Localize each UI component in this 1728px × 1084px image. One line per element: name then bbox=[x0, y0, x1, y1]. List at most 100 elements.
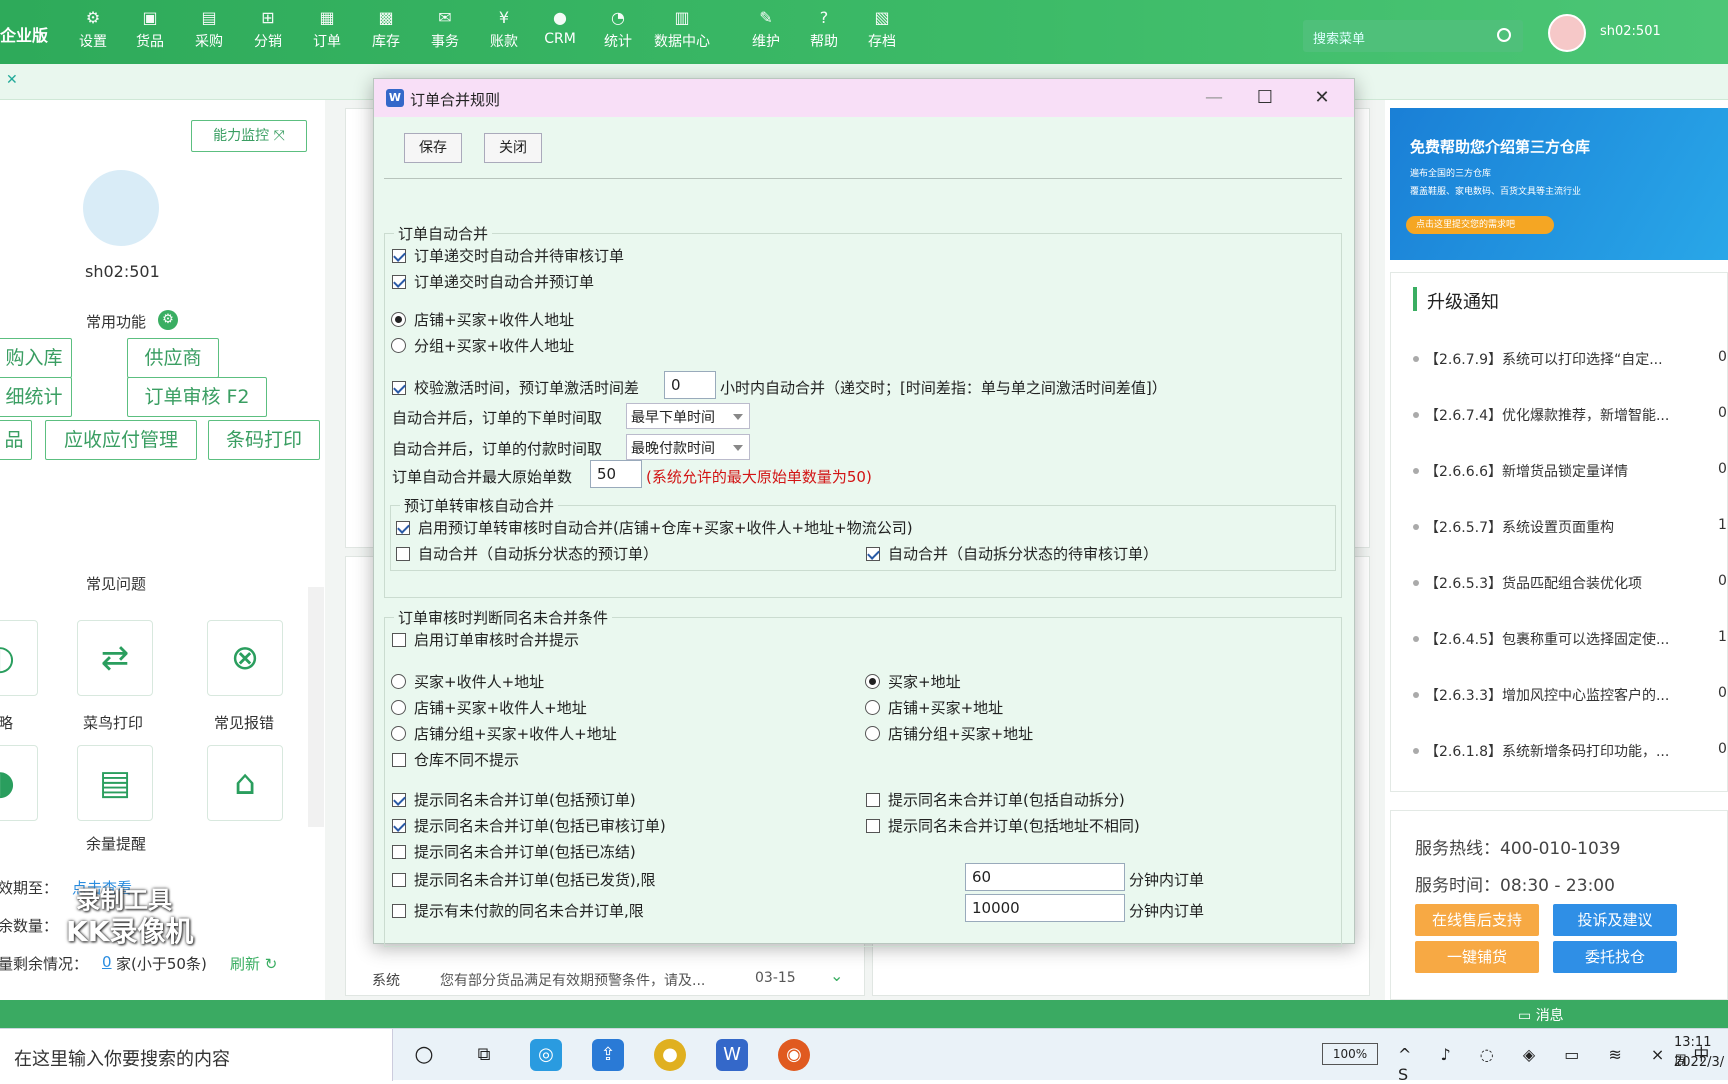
save-button[interactable]: 保存 bbox=[404, 133, 462, 163]
recorder-icon[interactable]: ◉ bbox=[778, 1039, 810, 1071]
tip-incl-auto-split-checkbox[interactable]: 提示同名未合并订单(包括自动拆分) bbox=[866, 789, 1125, 810]
find-warehouse-button[interactable]: 委托找仓 bbox=[1553, 941, 1677, 973]
scrollbar[interactable] bbox=[308, 587, 324, 827]
capability-monitor-button[interactable]: 能力监控 ⤧ bbox=[191, 120, 307, 152]
close-icon[interactable]: ✕ bbox=[1307, 85, 1337, 111]
nav-clipboard-item[interactable]: ▦ 订单 bbox=[299, 8, 355, 51]
user-avatar[interactable] bbox=[1548, 14, 1586, 52]
taskbar-search-input[interactable]: 在这里输入你要搜索的内容 bbox=[0, 1029, 393, 1081]
banner-cta[interactable]: 点击这里提交您的需求吧 bbox=[1406, 216, 1554, 234]
online-support-button[interactable]: 在线售后支持 bbox=[1415, 904, 1539, 936]
tile-icon[interactable]: ◑ bbox=[0, 745, 38, 821]
shortcut-order-review[interactable]: 订单审核 F2 bbox=[127, 377, 267, 417]
dialog-titlebar[interactable]: W 订单合并规则 — ☐ ✕ bbox=[374, 79, 1354, 117]
upgrade-notice-item[interactable]: 【2.6.6.6】新增货品锁定量详情 bbox=[1425, 461, 1628, 481]
menu-search-input[interactable]: 搜索菜单 bbox=[1303, 20, 1523, 52]
nav-archive-item[interactable]: ▧ 存档 bbox=[854, 8, 910, 51]
close-button[interactable]: 关闭 bbox=[484, 133, 542, 163]
erp-app-icon[interactable]: W bbox=[716, 1039, 748, 1071]
swap-icon[interactable]: ⇄ bbox=[77, 620, 153, 696]
nav-help-item[interactable]: ? 帮助 bbox=[796, 8, 852, 51]
chrome-icon[interactable]: ● bbox=[654, 1039, 686, 1071]
faq-tile-icon[interactable]: ◐ bbox=[0, 620, 38, 696]
nav-sitemap-item[interactable]: ⊞ 分销 bbox=[240, 8, 296, 51]
merge-pending-review-checkbox[interactable]: 订单递交时自动合并待审核订单 bbox=[392, 245, 624, 266]
tip-unpaid-checkbox[interactable]: 提示有未付款的同名未合并订单,限 bbox=[392, 900, 644, 921]
activation-hours-input[interactable]: 0 bbox=[664, 371, 716, 399]
warehouse-diff-no-tip-checkbox[interactable]: 仓库不同不提示 bbox=[392, 749, 519, 770]
tip-incl-frozen-checkbox[interactable]: 提示同名未合并订单(包括已冻结) bbox=[392, 841, 636, 862]
task-view-icon[interactable]: ⧉ bbox=[468, 1039, 500, 1071]
bullet-icon bbox=[1413, 692, 1419, 698]
radio-buyer-address[interactable]: 买家+地址 bbox=[865, 671, 961, 692]
upgrade-notice-item[interactable]: 【2.6.7.9】系统可以打印选择“自定... bbox=[1425, 349, 1663, 369]
error-circle-icon[interactable]: ⊗ bbox=[207, 620, 283, 696]
radio-shop-buyer-address[interactable]: 店铺+买家+地址 bbox=[865, 697, 1003, 718]
user-name[interactable]: sh02:501 bbox=[1600, 24, 1661, 39]
settings-gear-icon[interactable]: ⚙ bbox=[158, 310, 178, 330]
radio-shopgroup-buyer-receiver-address[interactable]: 店铺分组+买家+收件人+地址 bbox=[391, 723, 617, 744]
nav-gear-item[interactable]: ⚙ 设置 bbox=[65, 8, 121, 51]
upgrade-notice-item[interactable]: 【2.6.5.3】货品匹配组合装优化项 bbox=[1425, 573, 1642, 593]
tip-incl-reviewed-checkbox[interactable]: 提示同名未合并订单(包括已审核订单) bbox=[392, 815, 666, 836]
radio-shop-buyer-address[interactable]: 店铺+买家+收件人地址 bbox=[391, 309, 574, 330]
store-icon[interactable]: ⌂ bbox=[207, 745, 283, 821]
tip-incl-preorder-checkbox[interactable]: 提示同名未合并订单(包括预订单) bbox=[392, 789, 636, 810]
pay-time-select[interactable]: 最晚付款时间 bbox=[626, 434, 750, 460]
merge-preorder-checkbox[interactable]: 订单递交时自动合并预订单 bbox=[392, 271, 594, 292]
nav-wrench-item[interactable]: ✎ 维护 bbox=[738, 8, 794, 51]
remain-value[interactable]: 0 bbox=[102, 953, 112, 971]
order-time-select[interactable]: 最早下单时间 bbox=[626, 403, 750, 429]
nav-chat-item[interactable]: ✉ 事务 bbox=[417, 8, 473, 51]
chevron-down-icon[interactable]: ⌄ bbox=[830, 966, 843, 985]
upgrade-notice-item[interactable]: 【2.6.5.7】系统设置页面重构 bbox=[1425, 517, 1614, 537]
shortcut-supplier[interactable]: 供应商 bbox=[127, 338, 219, 378]
nav-cart-item[interactable]: ▤ 采购 bbox=[181, 8, 237, 51]
shortcut-barcode-print[interactable]: 条码打印 bbox=[208, 420, 320, 460]
upgrade-notice-item[interactable]: 【2.6.7.4】优化爆款推荐，新增智能... bbox=[1425, 405, 1669, 425]
upgrade-notice-item[interactable]: 【2.6.3.3】增加风控中心监控客户的... bbox=[1425, 685, 1669, 705]
nav-yen-item[interactable]: ¥ 账款 bbox=[476, 8, 532, 51]
unpaid-minutes-input[interactable]: 10000 bbox=[965, 894, 1125, 922]
maximize-icon[interactable]: ☐ bbox=[1250, 85, 1280, 111]
app-icon[interactable]: ⇪ bbox=[592, 1039, 624, 1071]
layout-icon[interactable]: ▤ bbox=[77, 745, 153, 821]
upgrade-notice-item[interactable]: 【2.6.1.8】系统新增条码打印功能，... bbox=[1425, 741, 1669, 761]
close-icon[interactable]: ✕ bbox=[6, 72, 18, 88]
refresh-link[interactable]: 刷新 ↻ bbox=[230, 953, 277, 974]
auto-merge-split-preorder-checkbox[interactable]: 自动合并（自动拆分状态的预订单） bbox=[396, 543, 658, 564]
auto-merge-split-pending-checkbox[interactable]: 自动合并（自动拆分状态的待审核订单） bbox=[866, 543, 1158, 564]
nav-box-item[interactable]: ▣ 货品 bbox=[122, 8, 178, 51]
shortcut-purchase-in[interactable]: 购入库 bbox=[0, 338, 72, 378]
tip-incl-diff-address-checkbox[interactable]: 提示同名未合并订单(包括地址不相同) bbox=[866, 815, 1140, 836]
shortcut-detail-stats[interactable]: 细统计 bbox=[0, 377, 72, 417]
sys-message[interactable]: 您有部分货品满足有效期预警条件，请及... bbox=[440, 970, 705, 990]
message-button[interactable]: ▭ 消息 bbox=[1518, 1005, 1564, 1025]
promo-banner[interactable]: 免费帮助您介绍第三方仓库 遍布全国的三方仓库 覆盖鞋服、家电数码、百货文具等主流… bbox=[1390, 108, 1728, 260]
nav-pie-item[interactable]: ◔ 统计 bbox=[590, 8, 646, 51]
shortcut-goods[interactable]: 品 bbox=[0, 420, 32, 460]
complaint-button[interactable]: 投诉及建议 bbox=[1553, 904, 1677, 936]
nav-user-item[interactable]: ● CRM bbox=[532, 8, 588, 47]
shortcut-ar-ap[interactable]: 应收应付管理 bbox=[45, 420, 197, 460]
top-nav-bar: 企业版 ⚙ 设置 ▣ 货品 ▤ 采购 ⊞ 分销 ▦ 订单 ▩ 库存 ✉ 事务 ¥ 账款 ● CRM ◔ 统计 ▥ 数据中心… bbox=[0, 0, 1728, 64]
minimize-icon[interactable]: — bbox=[1199, 85, 1229, 111]
enable-review-merge-tip-checkbox[interactable]: 启用订单审核时合并提示 bbox=[392, 629, 579, 650]
max-orders-input[interactable]: 50 bbox=[590, 460, 642, 488]
upgrade-notice-item[interactable]: 【2.6.4.5】包裹称重可以选择固定使... bbox=[1425, 629, 1669, 649]
shipped-minutes-input[interactable]: 60 bbox=[965, 863, 1125, 891]
enable-preorder-merge-checkbox[interactable]: 启用预订单转审核时自动合并(店铺+仓库+买家+收件人+地址+物流公司) bbox=[396, 517, 913, 538]
nav-grid-item[interactable]: ▩ 库存 bbox=[358, 8, 414, 51]
radio-buyer-receiver-address[interactable]: 买家+收件人+地址 bbox=[391, 671, 544, 692]
cortana-icon[interactable]: ○ bbox=[408, 1039, 440, 1071]
radio-group-buyer-address[interactable]: 分组+买家+收件人地址 bbox=[391, 335, 574, 356]
nav-bar-chart-item[interactable]: ▥ 数据中心 bbox=[654, 8, 710, 51]
radio-shopgroup-buyer-address[interactable]: 店铺分组+买家+地址 bbox=[865, 723, 1033, 744]
radio-shop-buyer-receiver-address[interactable]: 店铺+买家+收件人+地址 bbox=[391, 697, 587, 718]
tip-incl-shipped-checkbox[interactable]: 提示同名未合并订单(包括已发货),限 bbox=[392, 869, 655, 890]
one-click-listing-button[interactable]: 一键铺货 bbox=[1415, 941, 1539, 973]
check-activation-time-checkbox[interactable]: 校验激活时间，预订单激活时间差 bbox=[392, 377, 639, 398]
app-icon[interactable]: ◎ bbox=[530, 1039, 562, 1071]
battery-indicator[interactable]: 100% bbox=[1322, 1043, 1378, 1065]
search-icon[interactable] bbox=[1497, 28, 1511, 42]
